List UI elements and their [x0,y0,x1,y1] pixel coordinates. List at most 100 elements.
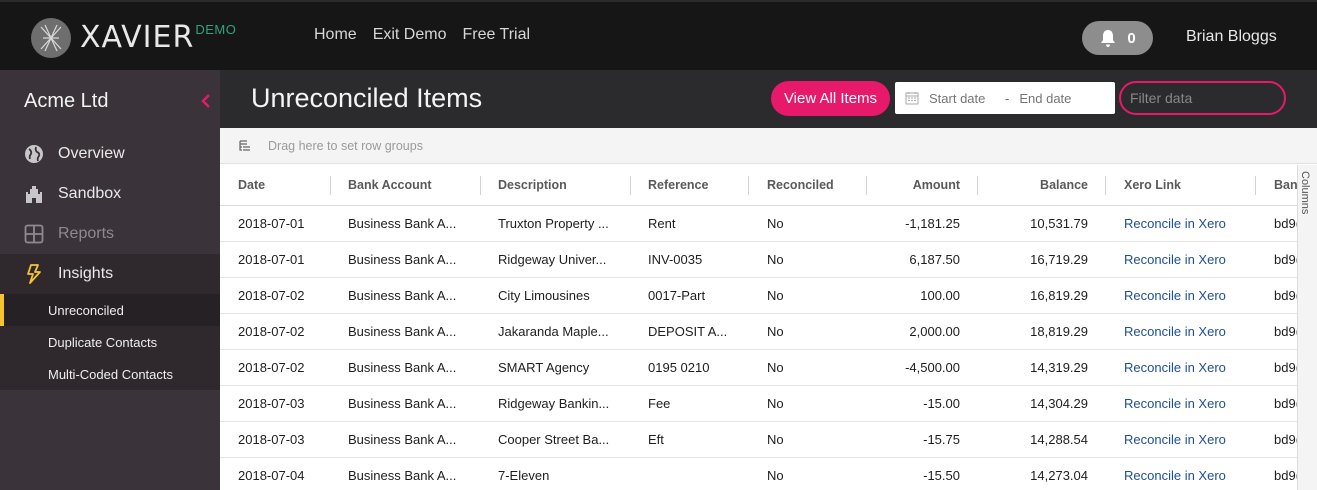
cell-bank-id: bd9( [1274,216,1297,231]
reconcile-in-xero-link[interactable]: Reconcile in Xero [1124,422,1249,457]
column-header-reference[interactable]: Reference [648,165,748,205]
cell-date: 2018-07-03 [238,396,305,411]
cell-reconciled: No [767,252,784,267]
cell-reconciled: No [767,288,784,303]
column-header-bank-account[interactable]: Bank Account [348,165,478,205]
xavier-logo-icon [31,18,71,58]
column-header-bank-id[interactable]: Ban [1274,165,1297,205]
cell-bank-id: bd9( [1274,324,1297,339]
cell-balance: 14,273.04 [1030,468,1088,483]
table-row[interactable]: 2018-07-02 Business Bank A... City Limousi… [220,278,1297,314]
column-header-amount[interactable]: Amount [880,165,960,205]
cell-reconciled: No [767,432,784,447]
cell-amount: 6,187.50 [909,252,960,267]
cell-description: Truxton Property ... [498,216,609,231]
cell-date: 2018-07-02 [238,324,305,339]
column-header-reconciled[interactable]: Reconciled [767,165,862,205]
organisation-name: Acme Ltd [24,90,109,112]
table-row[interactable]: 2018-07-02 Business Bank A... Jakaranda Ma… [220,314,1297,350]
top-navbar: XAVIER DEMO Home Exit Demo Free Trial 0 … [0,0,1317,70]
columns-panel-tab[interactable]: Columns [1299,171,1311,214]
sidebar-item-sandbox[interactable]: Sandbox [0,174,220,214]
table-row[interactable]: 2018-07-04 Business Bank A... 7-Eleven No -1… [220,458,1297,490]
cell-description: Ridgeway Bankin... [498,396,610,411]
table-row[interactable]: 2018-07-03 Business Bank A... Ridgeway Ban… [220,386,1297,422]
column-resize-handle[interactable] [1105,176,1106,195]
nav-home-link[interactable]: Home [314,26,357,44]
collapse-sidebar-icon[interactable] [199,92,213,110]
cell-bank-id: bd9( [1274,252,1297,267]
notifications-button[interactable]: 0 [1082,21,1153,55]
column-resize-handle[interactable] [480,176,481,195]
cell-date: 2018-07-01 [238,216,305,231]
cell-bank-account: Business Bank A... [348,360,457,375]
column-resize-handle[interactable] [1255,176,1256,195]
sidebar-item-label: Insights [58,265,114,282]
calendar-icon [905,92,919,105]
lightning-icon [24,264,44,284]
column-resize-handle[interactable] [866,176,867,195]
row-group-drop-zone[interactable]: Drag here to set row groups [220,128,1317,164]
table-row[interactable]: 2018-07-01 Business Bank A... Ridgeway Uni… [220,242,1297,278]
reconcile-in-xero-link[interactable]: Reconcile in Xero [1124,278,1249,313]
column-resize-handle[interactable] [330,176,331,195]
cell-reference: Fee [648,396,671,411]
reconcile-in-xero-link[interactable]: Reconcile in Xero [1124,386,1249,421]
reconcile-in-xero-link[interactable]: Reconcile in Xero [1124,458,1249,490]
column-resize-handle[interactable] [748,176,749,195]
end-date-input[interactable] [1019,90,1090,106]
cell-bank-id: bd9( [1274,432,1297,447]
cell-bank-account: Business Bank A... [348,252,457,267]
cell-date: 2018-07-01 [238,252,305,267]
date-separator: - [1005,90,1010,106]
sidebar-subitem-multi-coded-contacts[interactable]: Multi-Coded Contacts [0,358,220,390]
sidebar-subitem-unreconciled[interactable]: Unreconciled [0,294,220,326]
cell-reference: DEPOSIT A... [648,324,728,339]
grid-header-row: Date Bank Account Description Reference … [220,165,1297,206]
sidebar-item-insights[interactable]: Insights [0,254,220,294]
page-title: Unreconciled Items [251,83,483,113]
cell-bank-account: Business Bank A... [348,288,457,303]
table-row[interactable]: 2018-07-02 Business Bank A... SMART Agency… [220,350,1297,386]
cell-description: City Limousines [498,288,590,303]
reconcile-in-xero-link[interactable]: Reconcile in Xero [1124,206,1249,241]
column-header-date[interactable]: Date [238,165,328,205]
cell-amount: -1,181.25 [905,216,960,231]
cell-bank-id: bd9( [1274,360,1297,375]
reconcile-in-xero-link[interactable]: Reconcile in Xero [1124,242,1249,277]
brand-demo-label: DEMO [195,21,237,37]
sidebar-item-reports[interactable]: Reports [0,214,220,254]
cell-balance: 16,719.29 [1030,252,1088,267]
sidebar-item-label: Overview [58,145,125,162]
notification-count: 0 [1127,29,1136,47]
column-header-balance[interactable]: Balance [990,165,1088,205]
sidebar-subitem-duplicate-contacts[interactable]: Duplicate Contacts [0,326,220,358]
reconcile-in-xero-link[interactable]: Reconcile in Xero [1124,350,1249,385]
cell-amount: 2,000.00 [909,324,960,339]
date-range-picker[interactable]: - [895,82,1115,114]
cell-reconciled: No [767,468,784,483]
brand-logo[interactable]: XAVIER DEMO [30,16,236,60]
filter-data-input[interactable] [1119,81,1286,115]
cell-bank-account: Business Bank A... [348,216,457,231]
table-row[interactable]: 2018-07-01 Business Bank A... Truxton Prop… [220,206,1297,242]
columns-tool-panel: Columns [1297,165,1317,490]
column-header-description[interactable]: Description [498,165,628,205]
cell-reference: Eft [648,432,664,447]
cell-description: 7-Eleven [498,468,550,483]
sidebar: Acme Ltd Overview Sandbox Reports Insigh… [0,70,220,490]
cell-reference: 0195 0210 [648,360,710,375]
view-all-items-button[interactable]: View All Items [771,81,890,116]
column-resize-handle[interactable] [977,176,978,195]
user-menu[interactable]: Brian Bloggs [1186,28,1277,46]
nav-free-trial-link[interactable]: Free Trial [462,26,530,44]
nav-exit-demo-link[interactable]: Exit Demo [373,26,447,44]
cell-date: 2018-07-03 [238,432,305,447]
start-date-input[interactable] [929,90,999,106]
castle-icon [24,184,44,204]
column-resize-handle[interactable] [630,176,631,195]
reconcile-in-xero-link[interactable]: Reconcile in Xero [1124,314,1249,349]
sidebar-item-overview[interactable]: Overview [0,134,220,174]
column-header-xero-link[interactable]: Xero Link [1124,165,1244,205]
table-row[interactable]: 2018-07-03 Business Bank A... Cooper Stree… [220,422,1297,458]
